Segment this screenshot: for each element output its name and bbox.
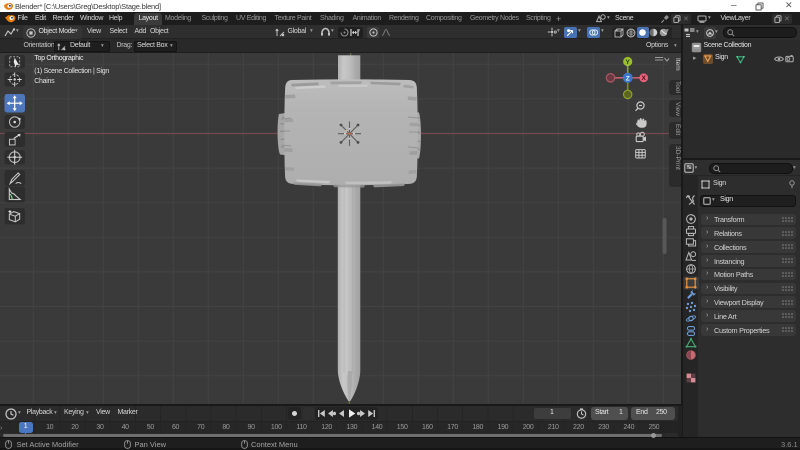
svg-text:Y: Y [626, 59, 631, 66]
svg-text:X: X [642, 75, 647, 82]
svg-text:Z: Z [626, 75, 630, 82]
